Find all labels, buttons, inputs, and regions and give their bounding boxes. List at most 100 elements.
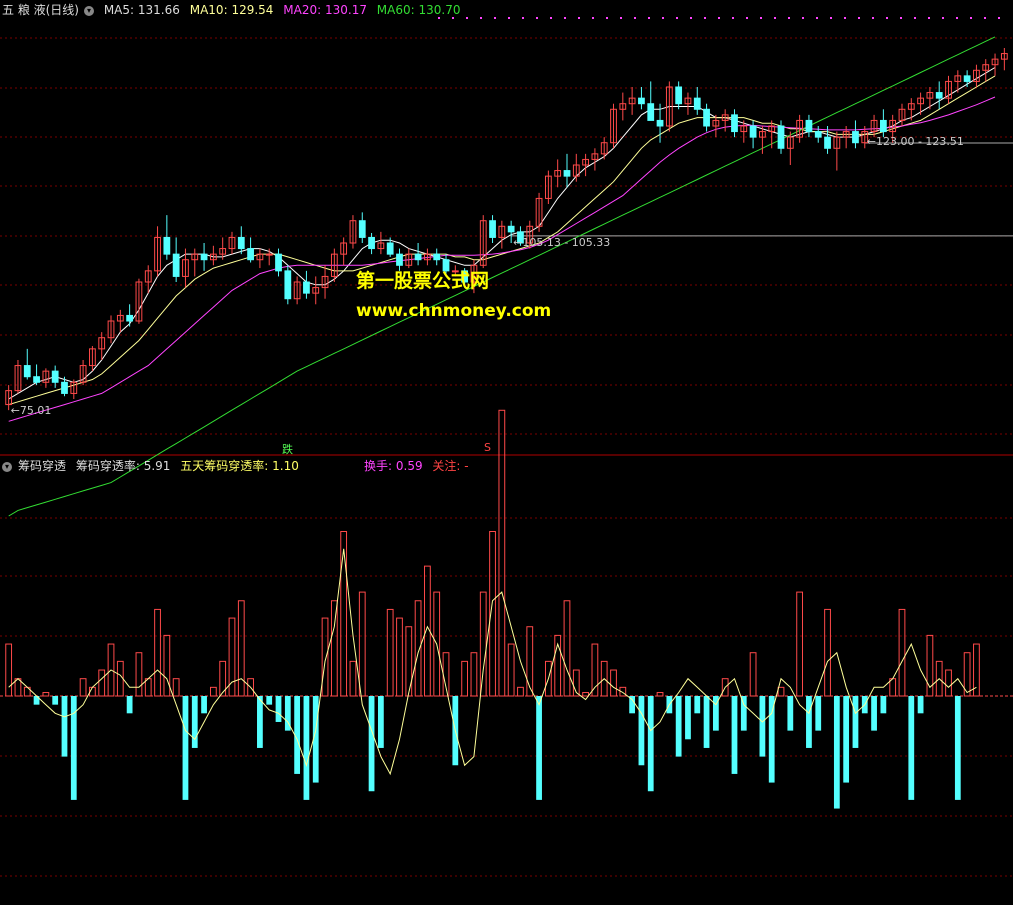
candle-body (163, 236, 171, 255)
chevron-down-icon[interactable]: ▾ (2, 461, 12, 472)
five-rate-value: 1.10 (272, 459, 299, 473)
dot-marker (816, 17, 818, 19)
candle-body (814, 131, 822, 138)
dot-marker (620, 17, 622, 19)
candle-body (368, 236, 375, 250)
indicator-bar (163, 634, 171, 697)
indicator-bar (266, 696, 273, 705)
indicator-bar (126, 696, 133, 714)
price-annotation: ←105.13 - 105.33 (513, 236, 610, 249)
indicator-bar (172, 678, 180, 697)
ma5-label: MA5: (103, 3, 135, 17)
indicator-bar (358, 591, 366, 697)
indicator-bar (116, 660, 124, 697)
watermark-title: 第一股票公式网 (356, 270, 490, 292)
indicator-bar (461, 660, 469, 697)
dot-marker (942, 17, 944, 19)
ma5-value: 131.66 (137, 3, 180, 17)
ma20-line (8, 96, 996, 422)
indicator-bar (703, 696, 710, 748)
dot-marker (970, 17, 972, 19)
dot-marker (662, 17, 664, 19)
candle-body (656, 119, 664, 127)
candle-body (731, 114, 738, 133)
indicator-bar (154, 608, 161, 697)
dot-marker (914, 17, 916, 19)
candle-body (303, 281, 310, 294)
price-annotation: ←123.00 - 123.51 (867, 135, 964, 148)
dot-marker (802, 17, 804, 19)
dot-marker (494, 17, 496, 19)
indicator-bar (144, 678, 152, 697)
candle-body (879, 119, 887, 133)
die-marker: 跌 (282, 443, 293, 456)
indicator-bar (377, 696, 384, 748)
candle-body (703, 108, 710, 127)
indicator-bar (321, 617, 329, 697)
chevron-down-icon[interactable]: ▾ (84, 5, 94, 16)
ma60-label: MA60: (376, 3, 415, 17)
dot-marker (998, 17, 1000, 19)
indicator-bar (759, 696, 766, 757)
ma20-value: 130.17 (324, 3, 367, 17)
dot-marker (536, 17, 538, 19)
candle-body (284, 270, 292, 300)
indicator-bar (396, 617, 403, 697)
rate-label: 筹码穿透率: (75, 459, 140, 473)
candle-body (61, 381, 68, 394)
dot-marker (508, 17, 510, 19)
dot-marker (550, 17, 552, 19)
indicator-bar (777, 686, 785, 697)
ma60-value: 130.70 (418, 3, 461, 17)
price-panel-header: 五 粮 液(日线) ▾ MA5: 131.66 MA10: 129.54 MA20… (2, 2, 467, 18)
indicator-bar (257, 696, 263, 748)
dot-marker (578, 17, 580, 19)
indicator-bar (340, 530, 348, 697)
chart-canvas: ←75.01 ←105.13 - 105.33 ←123.00 - 123.51 (0, 17, 1013, 877)
indicator-bar (806, 696, 812, 748)
candle-body (237, 236, 245, 250)
ma10-label: MA10: (189, 3, 228, 17)
indicator-bar (79, 678, 87, 697)
candle-body (23, 365, 31, 378)
dot-marker (634, 17, 636, 19)
dot-marker (732, 17, 734, 19)
candle-body (172, 253, 180, 277)
dot-marker (872, 17, 874, 19)
indicator-bar (303, 696, 310, 800)
indicator-bar (638, 696, 645, 766)
indicator-bar (536, 696, 542, 800)
candle-body (638, 97, 645, 105)
indicator-bar (591, 643, 599, 697)
indicator-bar (647, 696, 654, 792)
dot-marker (984, 17, 986, 19)
candle-body (51, 370, 59, 383)
indicator-bar (42, 692, 50, 697)
indicator-panel-header: ▾ 筹码穿透 筹码穿透率: 5.91 五天筹码穿透率: 1.10 (2, 458, 305, 474)
candle-body (824, 136, 831, 149)
indicator-bar (275, 696, 282, 722)
dot-marker (704, 17, 706, 19)
dot-marker (606, 17, 608, 19)
indicator-bar (787, 696, 794, 731)
indicator-bar (563, 600, 571, 697)
indicator-bar (833, 696, 840, 809)
dot-marker (956, 17, 958, 19)
candle-body (433, 253, 441, 261)
indicator-bar (610, 669, 617, 697)
indicator-bar (470, 652, 478, 697)
dot-marker (844, 17, 846, 19)
indicator-name: 筹码穿透 (18, 459, 67, 473)
s-marker: S (484, 441, 491, 454)
indicator-bar (675, 696, 682, 757)
watch-value: - (464, 459, 469, 473)
indicator-bar (945, 669, 952, 697)
dot-marker (928, 17, 930, 19)
candle-body (265, 253, 273, 256)
dot-marker (886, 17, 888, 19)
indicator-bar (740, 696, 747, 731)
indicator-bar (330, 600, 338, 697)
indicator-bar (135, 652, 143, 697)
candle-body (414, 253, 422, 261)
five-rate-label: 五天筹码穿透率: (180, 459, 269, 473)
